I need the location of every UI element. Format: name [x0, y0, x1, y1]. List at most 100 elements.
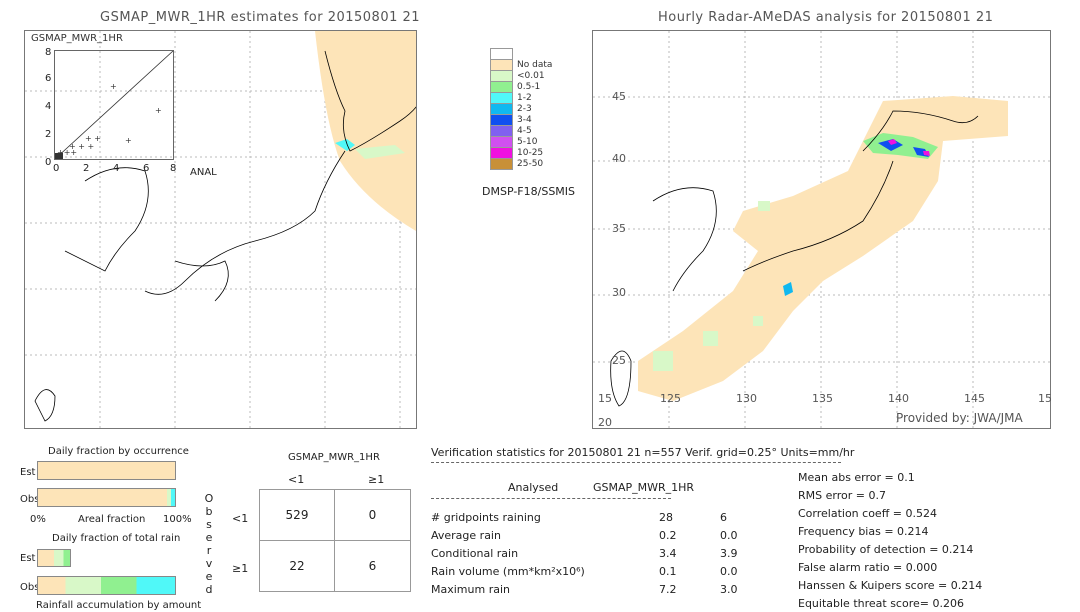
legend-label: 4-5	[517, 126, 532, 136]
stat-label: Maximum rain	[431, 583, 510, 596]
observed-letter: b	[205, 505, 213, 518]
legend-label: 10-25	[517, 148, 544, 158]
score-line: False alarm ratio = 0.000	[798, 561, 938, 574]
stat-label: Average rain	[431, 529, 501, 542]
score-line: RMS error = 0.7	[798, 489, 886, 502]
stat-a: 3.4	[659, 547, 677, 560]
ytick: 4	[45, 101, 52, 112]
axis-0: 0%	[30, 514, 46, 525]
legend-label: 5-10	[517, 137, 538, 147]
obs-rain-bar	[37, 576, 176, 595]
est-label: Est	[20, 553, 36, 564]
est-occurrence-bar	[37, 461, 176, 480]
stat-a: 0.1	[659, 565, 677, 578]
stat-b: 6	[720, 511, 727, 524]
radar-coverage	[638, 96, 1008, 401]
xtick: 0	[53, 163, 60, 174]
score-line: Frequency bias = 0.214	[798, 525, 929, 538]
xtick: 8	[170, 163, 177, 174]
cell-value: 529	[259, 489, 335, 541]
legend-swatch	[490, 158, 513, 170]
row-header: ≥1	[232, 562, 249, 575]
ytick: 0	[45, 157, 52, 168]
score-line: Probability of detection = 0.214	[798, 543, 974, 556]
cell-value: 0	[334, 489, 411, 541]
stat-b: 0.0	[720, 529, 738, 542]
lon-label: 15	[1038, 392, 1052, 405]
observed-letter: r	[206, 544, 212, 557]
stat-label: # gridpoints raining	[431, 511, 541, 524]
axis-label: Areal fraction	[78, 514, 146, 525]
score-line: Equitable threat score= 0.206	[798, 597, 964, 610]
occurrence-title: Daily fraction by occurrence	[48, 446, 189, 457]
observed-letter: d	[205, 583, 213, 596]
lon-label: 130	[736, 392, 757, 405]
score-line: Correlation coeff = 0.524	[798, 507, 937, 520]
stat-label: Rain volume (mm*km²x10⁶)	[431, 565, 585, 578]
axis-100: 100%	[163, 514, 192, 525]
obs-occurrence-bar	[37, 488, 176, 507]
inset-scatter-plot: +++ + + + + + + + +	[54, 50, 174, 160]
divider	[431, 462, 841, 463]
observed-letter: s	[206, 518, 212, 531]
stat-label: Conditional rain	[431, 547, 519, 560]
divider	[431, 498, 671, 499]
ytick: 8	[45, 47, 52, 58]
col-header: <1	[288, 473, 305, 486]
stat-a: 7.2	[659, 583, 677, 596]
right-map	[592, 30, 1051, 429]
est-rain-bar	[37, 549, 71, 567]
observed-letter: v	[205, 557, 213, 570]
cell-value: 22	[259, 540, 335, 592]
rain-xlabel: Rainfall accumulation by amount	[36, 600, 202, 611]
row-header: <1	[232, 512, 249, 525]
observed-letter: e	[205, 531, 213, 544]
stats-header: Verification statistics for 20150801 21 …	[431, 446, 855, 459]
observed-letter: e	[205, 570, 213, 583]
satellite-label: DMSP-F18/SSMIS	[482, 185, 576, 198]
cell-value: 6	[334, 540, 411, 592]
lat-label: 25	[612, 354, 626, 367]
lon-label: 125	[660, 392, 681, 405]
col-analysed: Analysed	[508, 481, 559, 494]
col-estimate: GSMAP_MWR_1HR	[593, 481, 695, 494]
contingency-title: GSMAP_MWR_1HR	[288, 452, 380, 463]
ytick: 6	[45, 73, 52, 84]
lat-label: 40	[612, 152, 626, 165]
legend-label: 0.5-1	[517, 82, 541, 92]
stat-b: 3.0	[720, 583, 738, 596]
svg-text:+: +	[155, 106, 162, 115]
lat-label: 45	[612, 90, 626, 103]
stat-a: 28	[659, 511, 673, 524]
svg-text:+: +	[110, 82, 117, 91]
lon-label: 135	[812, 392, 833, 405]
lat-label: 35	[612, 222, 626, 235]
rain-title: Daily fraction of total rain	[52, 533, 181, 544]
swath-no-data	[315, 31, 416, 231]
inset-ylabel: GSMAP_MWR_1HR	[31, 33, 123, 44]
lat-label: 20	[598, 416, 612, 429]
xtick: 4	[113, 163, 120, 174]
est-label: Est	[20, 467, 36, 478]
stat-a: 0.2	[659, 529, 677, 542]
score-line: Hanssen & Kuipers score = 0.214	[798, 579, 983, 592]
xtick: 2	[83, 163, 90, 174]
ytick: 2	[45, 129, 52, 140]
observed-letter: O	[204, 492, 214, 505]
corner-lon-label: 15	[598, 392, 612, 405]
lon-label: 140	[888, 392, 909, 405]
lon-label: 145	[964, 392, 985, 405]
legend-label: <0.01	[517, 71, 545, 81]
credit-text: Provided by: JWA/JMA	[896, 411, 1023, 425]
right-map-canvas	[593, 31, 1050, 428]
legend-label: 3-4	[517, 115, 532, 125]
left-map-title: GSMAP_MWR_1HR estimates for 20150801 21	[100, 10, 421, 25]
col-header: ≥1	[368, 473, 385, 486]
svg-text:+ + +: + + +	[69, 142, 94, 151]
lat-label: 30	[612, 286, 626, 299]
legend-label: 1-2	[517, 93, 532, 103]
right-map-title: Hourly Radar-AMeDAS analysis for 2015080…	[658, 10, 994, 25]
xtick: 6	[143, 163, 150, 174]
legend-label: No data	[517, 60, 553, 70]
score-line: Mean abs error = 0.1	[798, 471, 915, 484]
